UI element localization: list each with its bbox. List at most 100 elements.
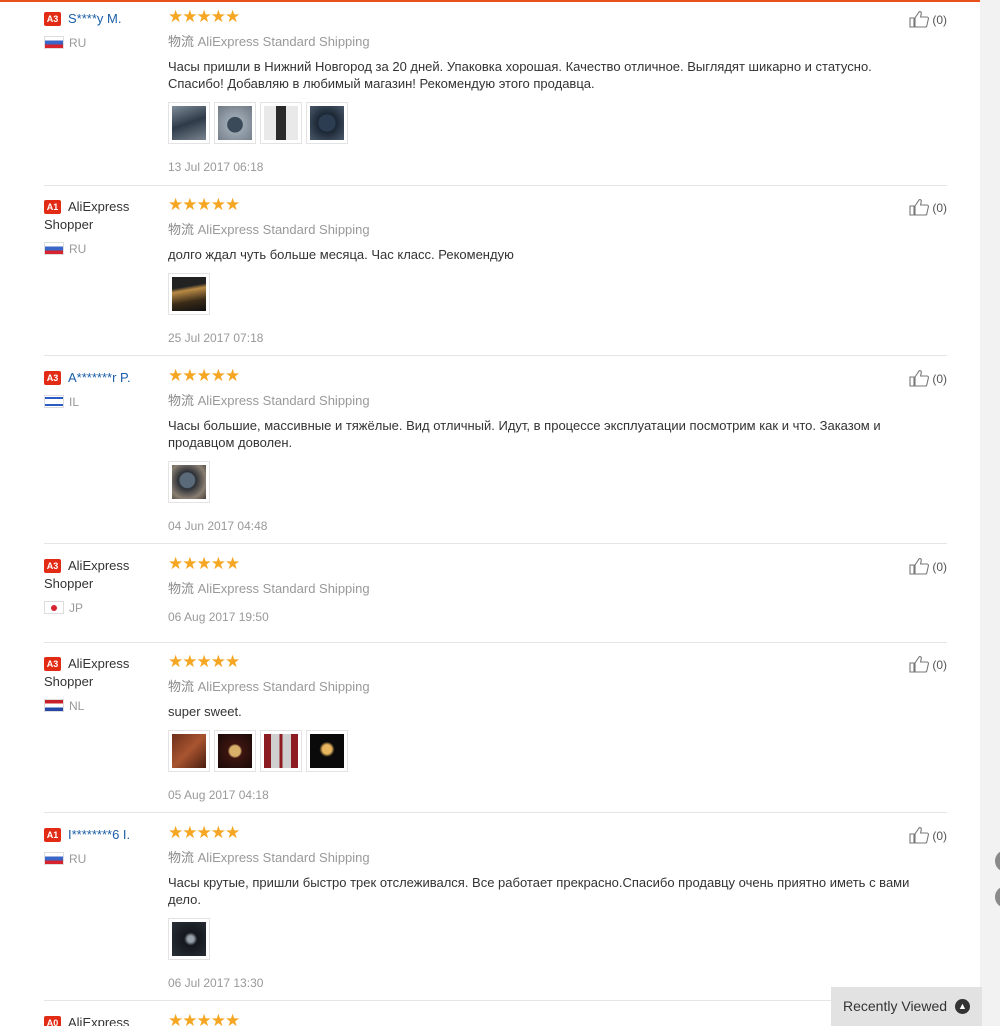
review-photo-thumbnail[interactable] xyxy=(306,102,348,144)
helpful-button[interactable]: (0) xyxy=(909,655,947,675)
shipping-info: 物流 AliExpress Standard Shipping xyxy=(168,393,898,409)
review-item: A3 S****y M. RU ★★★★★ 物流 AliExpress Stand… xyxy=(44,8,947,186)
review-item: A3 AliExpress Shopper JP ★★★★★ 物流 AliExpr… xyxy=(44,555,947,643)
recently-viewed-label: Recently Viewed xyxy=(843,998,948,1014)
reviewer-info: A1 I********6 I. RU xyxy=(44,826,159,867)
review-text: Часы большие, массивные и тяжёлые. Вид о… xyxy=(168,418,881,450)
reviewer-info: A3 AliExpress Shopper NL xyxy=(44,655,159,714)
country-code: IL xyxy=(69,395,80,409)
reviewer-name: AliExpress xyxy=(68,1015,130,1026)
review-item: A3 AliExpress Shopper NL ★★★★★ 物流 AliExpr… xyxy=(44,652,947,813)
flag-jp-icon xyxy=(44,601,64,614)
thumbs-up-icon xyxy=(909,558,930,575)
helpful-button[interactable]: (0) xyxy=(909,557,947,577)
flag-ru-icon xyxy=(44,36,64,49)
helpful-button[interactable]: (0) xyxy=(909,10,947,30)
review-photo-thumbnail[interactable] xyxy=(260,102,302,144)
review-date: 06 Aug 2017 19:50 xyxy=(168,610,269,624)
shipping-info: 物流 AliExpress Standard Shipping xyxy=(168,222,898,238)
thumbs-up-icon xyxy=(909,199,930,216)
reviewer-country: RU xyxy=(44,241,159,257)
review-content: ★★★★★ 物流 AliExpress Standard Shipping Ча… xyxy=(168,8,898,175)
helpful-button[interactable]: (0) xyxy=(909,826,947,846)
review-content: ★★★★★ 物流 AliExpress Standard Shipping Ча… xyxy=(168,366,898,534)
review-content: ★★★★★ xyxy=(168,1012,898,1026)
review-date: 05 Aug 2017 04:18 xyxy=(168,788,269,802)
review-item: A0 AliExpress ★★★★★ xyxy=(44,1012,947,1026)
shipping-info: 物流 AliExpress Standard Shipping xyxy=(168,850,898,866)
helpful-count: (0) xyxy=(932,560,947,574)
helpful-count: (0) xyxy=(932,201,947,215)
review-content: ★★★★★ 物流 AliExpress Standard Shipping Ча… xyxy=(168,823,909,991)
shipping-method: AliExpress Standard Shipping xyxy=(197,850,370,865)
shipping-label: 物流 xyxy=(168,679,195,694)
buyer-level-badge: A0 xyxy=(44,1016,61,1026)
review-photo-thumbnail[interactable] xyxy=(168,102,210,144)
helpful-button[interactable]: (0) xyxy=(909,369,947,389)
review-item: A1 I********6 I. RU ★★★★★ 物流 AliExpress S… xyxy=(44,823,947,1001)
shipping-label: 物流 xyxy=(168,581,195,596)
star-rating: ★★★★★ xyxy=(168,366,240,385)
review-date: 06 Jul 2017 13:30 xyxy=(168,976,264,990)
review-photo-thumbnail[interactable] xyxy=(168,273,210,315)
shipping-label: 物流 xyxy=(168,34,195,49)
reviewer-name-link[interactable]: S****y M. xyxy=(68,11,121,26)
review-photo-thumbnail[interactable] xyxy=(168,918,210,960)
review-text: долго ждал чуть больше месяца. Час класс… xyxy=(168,247,514,262)
thumbs-up-icon xyxy=(909,11,930,28)
helpful-count: (0) xyxy=(932,829,947,843)
buyer-level-badge: A1 xyxy=(44,828,61,842)
flag-il-icon xyxy=(44,395,64,408)
reviewer-country: RU xyxy=(44,35,159,51)
star-rating: ★★★★★ xyxy=(168,195,240,214)
shipping-method: AliExpress Standard Shipping xyxy=(197,222,370,237)
helpful-count: (0) xyxy=(932,13,947,27)
review-item: A3 A*******r P. IL ★★★★★ 物流 AliExpress St… xyxy=(44,366,947,544)
reviewer-info: A1 AliExpress Shopper RU xyxy=(44,198,159,257)
star-rating: ★★★★★ xyxy=(168,652,240,671)
review-photo-thumbnail[interactable] xyxy=(260,730,302,772)
shipping-label: 物流 xyxy=(168,222,195,237)
side-scroll-indicator[interactable] xyxy=(995,886,1000,908)
star-rating: ★★★★★ xyxy=(168,823,240,842)
shipping-info: 物流 AliExpress Standard Shipping xyxy=(168,679,898,695)
country-code: NL xyxy=(69,699,85,713)
review-date: 04 Jun 2017 04:48 xyxy=(168,519,268,533)
review-photo-thumbnail[interactable] xyxy=(168,461,210,503)
review-photos xyxy=(168,730,898,774)
reviewer-country: IL xyxy=(44,394,159,410)
reviewer-name-link[interactable]: I********6 I. xyxy=(68,827,130,842)
shipping-method: AliExpress Standard Shipping xyxy=(197,34,370,49)
review-photos xyxy=(168,102,898,146)
buyer-level-badge: A3 xyxy=(44,12,61,26)
chevron-up-icon: ▲ xyxy=(955,999,970,1014)
reviewer-name-link[interactable]: A*******r P. xyxy=(68,370,131,385)
recently-viewed-button[interactable]: Recently Viewed ▲ xyxy=(831,987,982,1026)
shipping-method: AliExpress Standard Shipping xyxy=(197,393,370,408)
country-code: JP xyxy=(69,601,84,615)
review-photo-thumbnail[interactable] xyxy=(306,730,348,772)
side-scroll-indicator[interactable] xyxy=(995,850,1000,872)
shipping-label: 物流 xyxy=(168,393,195,408)
reviewer-country: NL xyxy=(44,698,159,714)
shipping-info: 物流 AliExpress Standard Shipping xyxy=(168,581,898,597)
review-date: 25 Jul 2017 07:18 xyxy=(168,331,264,345)
review-photo-thumbnail[interactable] xyxy=(168,730,210,772)
review-content: ★★★★★ 物流 AliExpress Standard Shipping su… xyxy=(168,652,898,803)
shipping-label: 物流 xyxy=(168,850,195,865)
flag-ru-icon xyxy=(44,852,64,865)
review-photo-thumbnail[interactable] xyxy=(214,102,256,144)
flag-nl-icon xyxy=(44,699,64,712)
review-text: Часы крутые, пришли быстро трек отслежив… xyxy=(168,875,910,907)
feedback-list: A3 S****y M. RU ★★★★★ 物流 AliExpress Stand… xyxy=(0,2,980,1026)
buyer-level-badge: A3 xyxy=(44,657,61,671)
reviewer-country: RU xyxy=(44,851,159,867)
helpful-button[interactable]: (0) xyxy=(909,198,947,218)
review-photo-thumbnail[interactable] xyxy=(214,730,256,772)
reviewer-info: A3 S****y M. RU xyxy=(44,10,159,51)
helpful-count: (0) xyxy=(932,658,947,672)
review-text: Часы пришли в Нижний Новгород за 20 дней… xyxy=(168,59,872,91)
review-content: ★★★★★ 物流 AliExpress Standard Shipping 06… xyxy=(168,555,898,625)
review-photos xyxy=(168,918,898,962)
buyer-level-badge: A1 xyxy=(44,200,61,214)
